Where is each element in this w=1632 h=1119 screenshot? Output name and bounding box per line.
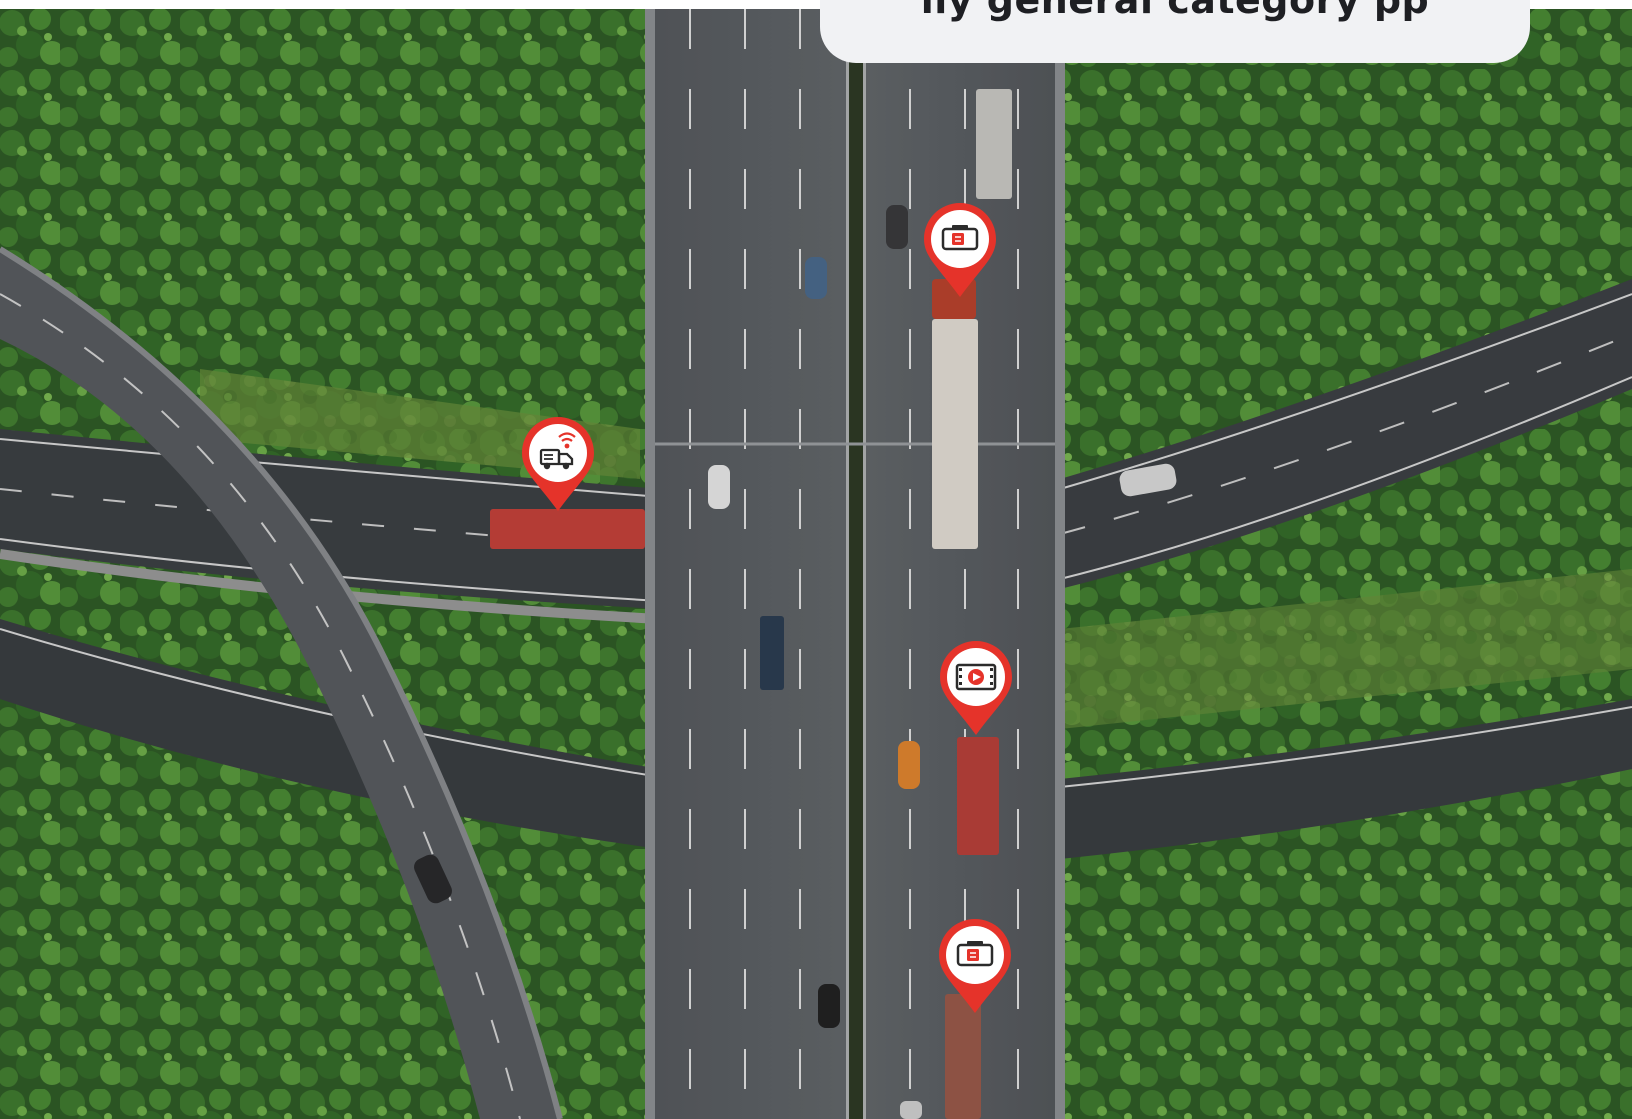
overlay-card-text: ily general category pp [920,0,1430,22]
marker-video-middle[interactable] [938,639,1014,737]
marker-connected-truck[interactable] [520,415,596,513]
marker-camera-bottom[interactable] [937,917,1013,1015]
marker-camera-top[interactable] [922,201,998,299]
aerial-highway-image [0,9,1632,1119]
overlay-card: ily general category pp [820,0,1530,63]
